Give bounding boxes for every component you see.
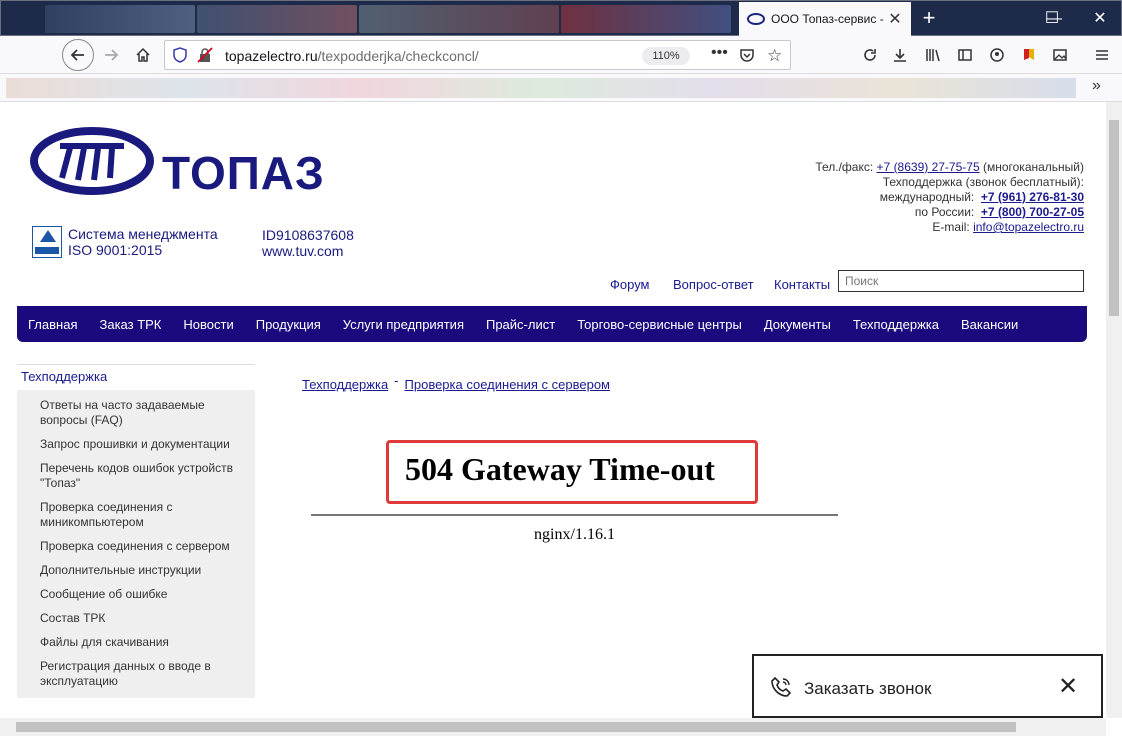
address-bar[interactable]: topazelectro.ru/texpodderjka/checkconcl/…: [164, 40, 791, 70]
zoom-indicator[interactable]: 110%: [642, 47, 690, 65]
intl-label: международный:: [879, 190, 975, 204]
sidebar-item-error-codes[interactable]: Перечень кодов ошибок устройств "Топаз": [40, 457, 255, 496]
pocket-icon[interactable]: [739, 47, 755, 68]
tab-bar: ООО Топаз-сервис - ✕ + — ☐ ✕: [0, 0, 1122, 36]
scrollbar-thumb[interactable]: [16, 722, 1016, 732]
iso-line-1: Система менеджмента: [68, 226, 218, 242]
iso-certification: Система менеджмента ISO 9001:2015: [32, 226, 218, 258]
forum-link[interactable]: Форум: [610, 277, 650, 292]
sidebar-item-trk[interactable]: Состав ТРК: [40, 607, 255, 631]
tab-active[interactable]: ООО Топаз-сервис - ✕: [739, 2, 911, 36]
close-window-button[interactable]: ✕: [1077, 1, 1122, 37]
error-server: nginx/1.16.1: [534, 526, 615, 543]
back-icon[interactable]: [62, 39, 94, 71]
tel-label: Тел./факс:: [815, 160, 874, 174]
sidebar-item-firmware[interactable]: Запрос прошивки и документации: [40, 433, 255, 457]
sidebar-item-faq[interactable]: Ответы на часто задаваемые вопросы (FAQ): [40, 394, 255, 433]
nav-item-news[interactable]: Новости: [183, 317, 233, 332]
tab-blurred[interactable]: [197, 5, 357, 33]
logo-text: ТОПАЗ: [162, 147, 325, 199]
nav-item-services[interactable]: Услуги предприятия: [343, 317, 464, 332]
navigation-bar: topazelectro.ru/texpodderjka/checkconcl/…: [0, 36, 1122, 74]
bookmark-star-icon[interactable]: ☆: [767, 46, 782, 66]
page-actions-icon[interactable]: •••: [711, 44, 728, 62]
sidebar-item-bug-report[interactable]: Сообщение об ошибке: [40, 583, 255, 607]
tab-blurred[interactable]: [561, 5, 731, 33]
forward-icon[interactable]: [96, 40, 126, 70]
tuv-id: ID9108637608: [262, 227, 354, 243]
contacts-link[interactable]: Контакты: [774, 277, 830, 292]
ru-label: по России:: [914, 205, 975, 219]
vertical-scrollbar[interactable]: [1106, 102, 1122, 718]
scrollbar-thumb[interactable]: [1109, 120, 1119, 316]
tuv-badge-icon: [32, 226, 62, 258]
account-icon[interactable]: [982, 40, 1012, 70]
contacts-block: Тел./факс: +7 (8639) 27-75-75 (многокана…: [815, 160, 1084, 235]
intl-phone-link[interactable]: +7 (961) 276-81-30: [981, 190, 1084, 204]
shield-icon[interactable]: [173, 47, 187, 68]
more-bookmarks-icon[interactable]: »: [1092, 77, 1101, 95]
new-tab-button[interactable]: +: [917, 5, 941, 31]
close-icon[interactable]: ✕: [1058, 672, 1078, 701]
extension-icon[interactable]: [1014, 40, 1044, 70]
home-icon[interactable]: [128, 40, 158, 70]
sidebar-head[interactable]: Техподдержка: [17, 364, 255, 390]
favicon-icon: [747, 13, 765, 25]
error-title: 504 Gateway Time-out: [405, 451, 715, 487]
topaz-emblem-icon: [30, 127, 154, 195]
close-tab-icon[interactable]: ✕: [887, 9, 903, 29]
bookmarks-blurred[interactable]: [6, 78, 1076, 98]
sidebar: Техподдержка Ответы на часто задаваемые …: [17, 364, 255, 698]
sidebar-icon[interactable]: [950, 40, 980, 70]
sidebar-item-minicomputer[interactable]: Проверка соединения с миникомпьютером: [40, 496, 255, 535]
sidebar-submenu: Ответы на часто задаваемые вопросы (FAQ)…: [17, 390, 255, 698]
nav-item-vacancies[interactable]: Вакансии: [961, 317, 1018, 332]
callback-widget[interactable]: Заказать звонок ✕: [752, 654, 1103, 718]
search-input[interactable]: [838, 270, 1084, 292]
breadcrumb-support[interactable]: Техподдержка: [302, 377, 388, 392]
image-icon[interactable]: [1045, 40, 1075, 70]
breadcrumb-server-check[interactable]: Проверка соединения с сервером: [405, 377, 610, 392]
breadcrumb: Техподдержка - Проверка соединения с серве…: [302, 373, 610, 392]
nav-item-home[interactable]: Главная: [28, 317, 77, 332]
sidebar-item-registration[interactable]: Регистрация данных о вводе в эксплуатаци…: [40, 655, 255, 694]
ru-phone-link[interactable]: +7 (800) 700-27-05: [981, 205, 1084, 219]
tab-blurred[interactable]: [359, 5, 559, 33]
iso-line-2: ISO 9001:2015: [68, 242, 163, 258]
library-icon[interactable]: [918, 40, 948, 70]
tel-link[interactable]: +7 (8639) 27-75-75: [877, 160, 980, 174]
lock-icon[interactable]: [197, 47, 213, 68]
tel-note: (многоканальный): [982, 160, 1084, 174]
nav-item-pricelist[interactable]: Прайс-лист: [486, 317, 555, 332]
menu-icon[interactable]: [1087, 40, 1117, 70]
horizontal-scrollbar[interactable]: [0, 718, 1106, 736]
tab-blurred[interactable]: [45, 5, 195, 33]
url-text: topazelectro.ru/texpodderjka/checkconcl/: [225, 48, 479, 64]
callback-label[interactable]: Заказать звонок: [804, 679, 931, 699]
divider: [311, 514, 838, 516]
email-link[interactable]: info@topazelectro.ru: [973, 220, 1084, 234]
nav-item-documents[interactable]: Документы: [764, 317, 831, 332]
main-nav: Главная Заказ ТРК Новости Продукция Услу…: [17, 306, 1087, 342]
qa-link[interactable]: Вопрос-ответ: [673, 277, 754, 292]
tuv-site: www.tuv.com: [262, 243, 344, 259]
sidebar-item-server-check[interactable]: Проверка соединения с сервером: [40, 535, 255, 559]
email-label: E-mail:: [932, 220, 970, 234]
nav-item-service-centers[interactable]: Торгово-сервисные центры: [577, 317, 742, 332]
topaz-logo[interactable]: [30, 126, 154, 201]
nav-item-support[interactable]: Техподдержка: [853, 317, 939, 332]
reload-icon[interactable]: [855, 40, 885, 70]
nav-item-order[interactable]: Заказ ТРК: [99, 317, 161, 332]
maximize-button[interactable]: ☐: [1029, 1, 1075, 37]
tab-title: ООО Топаз-сервис -: [771, 12, 884, 26]
nav-item-products[interactable]: Продукция: [256, 317, 321, 332]
support-label: Техподдержка (звонок бесплатный):: [882, 175, 1084, 189]
download-icon[interactable]: [885, 40, 915, 70]
breadcrumb-separator: -: [394, 373, 399, 388]
web-page: ТОПАЗ Система менеджмента ISO 9001:2015 …: [0, 102, 1106, 718]
sidebar-item-instructions[interactable]: Дополнительные инструкции: [40, 559, 255, 583]
phone-icon: [770, 676, 792, 704]
bookmarks-bar: »: [0, 74, 1122, 102]
sidebar-item-downloads[interactable]: Файлы для скачивания: [40, 631, 255, 655]
